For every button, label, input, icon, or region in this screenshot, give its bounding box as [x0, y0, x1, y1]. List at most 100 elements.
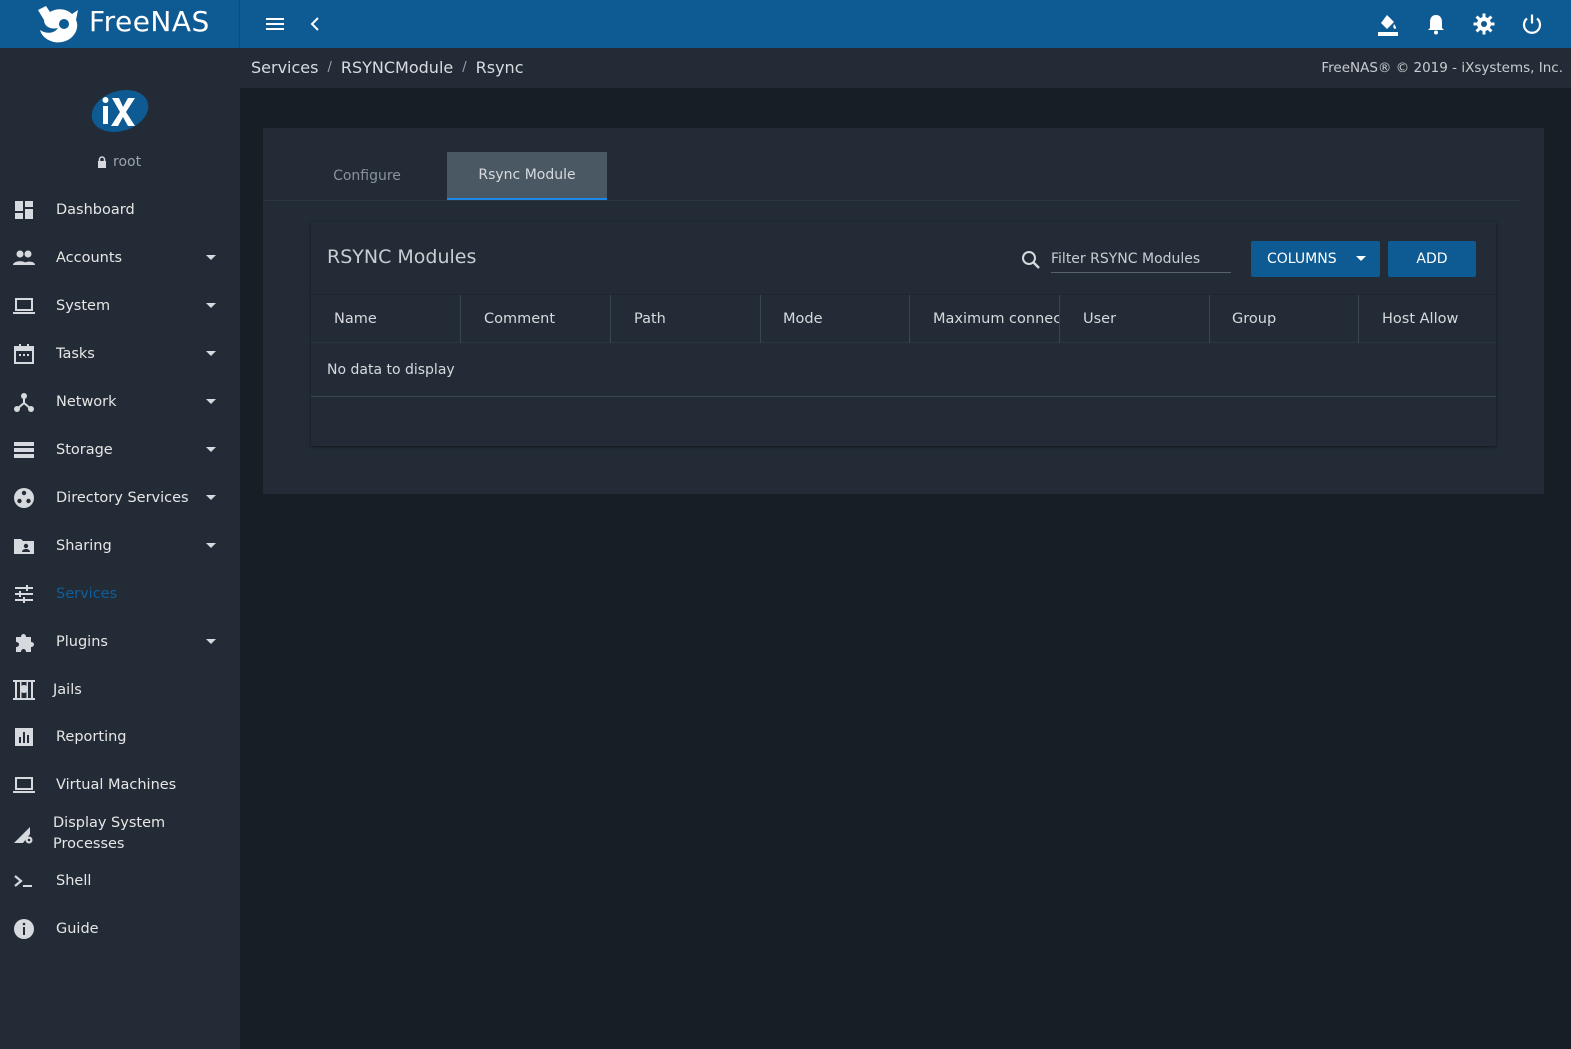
column-divider — [1358, 295, 1359, 343]
breadcrumb-bar: Services / RSYNCModule / Rsync FreeNAS® … — [240, 48, 1571, 88]
sidebar-item-label: Sharing — [56, 538, 112, 554]
sidebar-item-services[interactable]: Services — [0, 570, 240, 618]
columns-button[interactable]: COLUMNS — [1251, 241, 1380, 277]
add-button[interactable]: ADD — [1388, 241, 1476, 277]
column-header-mode[interactable]: Mode — [783, 295, 903, 343]
sidebar: root Dashboard Accounts System Tasks Net… — [0, 48, 240, 1049]
sidebar-item-reporting[interactable]: Reporting — [0, 713, 240, 761]
sidebar-item-accounts[interactable]: Accounts — [0, 234, 240, 282]
gear-icon[interactable] — [1472, 12, 1496, 36]
brand-trademark: ™ — [199, 10, 206, 18]
rsync-modules-table: RSYNC Modules COLUMNS ADD Name Comment P… — [311, 222, 1496, 446]
lock-icon — [98, 156, 106, 168]
sidebar-item-label: Shell — [56, 873, 92, 889]
sidebar-item-label: Plugins — [56, 634, 108, 650]
sidebar-item-jails[interactable]: Jails — [0, 666, 240, 714]
sidebar-item-label: System — [56, 298, 111, 314]
sidebar-item-shell[interactable]: Shell — [0, 857, 240, 905]
table-title: RSYNC Modules — [327, 246, 477, 268]
ix-logo-icon — [91, 89, 149, 133]
sidebar-item-plugins[interactable]: Plugins — [0, 618, 240, 666]
sidebar-item-label: Dashboard — [56, 202, 135, 218]
tab-rsync-module[interactable]: Rsync Module — [447, 152, 607, 200]
column-divider — [1059, 295, 1060, 343]
sidebar-item-label: Services — [56, 586, 118, 602]
breadcrumb-rsyncmodule[interactable]: RSYNCModule — [341, 58, 453, 78]
caret-down-icon — [206, 543, 216, 548]
puzzle-icon — [12, 630, 36, 654]
caret-down-icon — [206, 447, 216, 452]
search-icon — [1022, 251, 1040, 269]
breadcrumb-separator: / — [462, 60, 467, 75]
caret-down-icon — [1356, 256, 1366, 261]
storage-icon — [12, 438, 36, 462]
freenas-logo-icon — [38, 6, 78, 43]
user-indicator: root — [96, 152, 141, 172]
breadcrumb-separator: / — [327, 60, 332, 75]
column-divider — [760, 295, 761, 343]
breadcrumb-rsync: Rsync — [475, 58, 524, 77]
chart-icon — [12, 725, 36, 749]
people-icon — [12, 246, 36, 270]
sidebar-item-sharing[interactable]: Sharing — [0, 522, 240, 570]
sidebar-item-virtual-machines[interactable]: Virtual Machines — [0, 761, 240, 809]
network-icon — [12, 390, 36, 414]
info-icon — [12, 917, 36, 941]
power-icon[interactable] — [1520, 12, 1544, 36]
column-header-comment[interactable]: Comment — [484, 295, 604, 343]
breadcrumb-services[interactable]: Services — [251, 58, 318, 78]
laptop-icon — [12, 773, 36, 797]
directory-icon — [12, 486, 36, 510]
caret-down-icon — [206, 351, 216, 356]
column-divider — [909, 295, 910, 343]
sidebar-item-display-system-processes[interactable]: Display System Processes — [0, 808, 240, 860]
caret-down-icon — [206, 255, 216, 260]
dashboard-icon — [12, 198, 36, 222]
username: root — [113, 154, 142, 170]
table-header: Name Comment Path Mode Maximum connec Us… — [311, 294, 1496, 343]
column-divider — [460, 295, 461, 343]
caret-down-icon — [206, 495, 216, 500]
sidebar-item-system[interactable]: System — [0, 282, 240, 330]
chevron-left-icon[interactable] — [303, 12, 327, 36]
caret-down-icon — [206, 303, 216, 308]
sidebar-item-label: Accounts — [56, 250, 123, 266]
sidebar-item-network[interactable]: Network — [0, 378, 240, 426]
sidebar-item-tasks[interactable]: Tasks — [0, 330, 240, 378]
filter-input[interactable] — [1051, 243, 1231, 273]
column-divider — [610, 295, 611, 343]
sidebar-item-label: Storage — [56, 442, 113, 458]
column-header-host-allow[interactable]: Host Allow — [1382, 295, 1492, 343]
sidebar-item-storage[interactable]: Storage — [0, 426, 240, 474]
sidebar-item-label: Guide — [56, 921, 99, 937]
sidebar-item-label: Display System Processes — [53, 815, 166, 852]
tune-icon — [12, 582, 36, 606]
menu-icon[interactable] — [263, 12, 287, 36]
column-header-maximum-connections[interactable]: Maximum connec — [933, 295, 1059, 343]
sidebar-item-directory-services[interactable]: Directory Services — [0, 474, 240, 522]
column-header-group[interactable]: Group — [1232, 295, 1352, 343]
brand[interactable]: FreeNAS ™ — [0, 0, 240, 48]
sidebar-item-label: Reporting — [56, 729, 127, 745]
breadcrumb: Services / RSYNCModule / Rsync — [251, 58, 523, 78]
theme-paint-icon[interactable] — [1376, 12, 1400, 36]
empty-message: No data to display — [327, 362, 455, 378]
copyright: FreeNAS® © 2019 - iXsystems, Inc. — [1321, 60, 1563, 76]
main-card: Configure Rsync Module RSYNC Modules COL… — [263, 128, 1544, 494]
sidebar-item-label: Virtual Machines — [56, 777, 177, 793]
column-header-path[interactable]: Path — [634, 295, 754, 343]
sidebar-item-label: Directory Services — [56, 490, 189, 506]
tab-configure[interactable]: Configure — [311, 152, 423, 200]
sidebar-item-label: Tasks — [56, 346, 95, 362]
caret-down-icon — [206, 399, 216, 404]
shell-icon — [12, 869, 36, 893]
caret-down-icon — [206, 639, 216, 644]
sidebar-item-dashboard[interactable]: Dashboard — [0, 186, 240, 234]
sidebar-item-label: Network — [56, 394, 117, 410]
column-header-name[interactable]: Name — [334, 295, 454, 343]
top-bar: FreeNAS ™ — [0, 0, 1571, 48]
column-header-user[interactable]: User — [1083, 295, 1203, 343]
bell-icon[interactable] — [1424, 12, 1448, 36]
sidebar-item-guide[interactable]: Guide — [0, 905, 240, 953]
brand-name: FreeNAS — [89, 5, 210, 38]
